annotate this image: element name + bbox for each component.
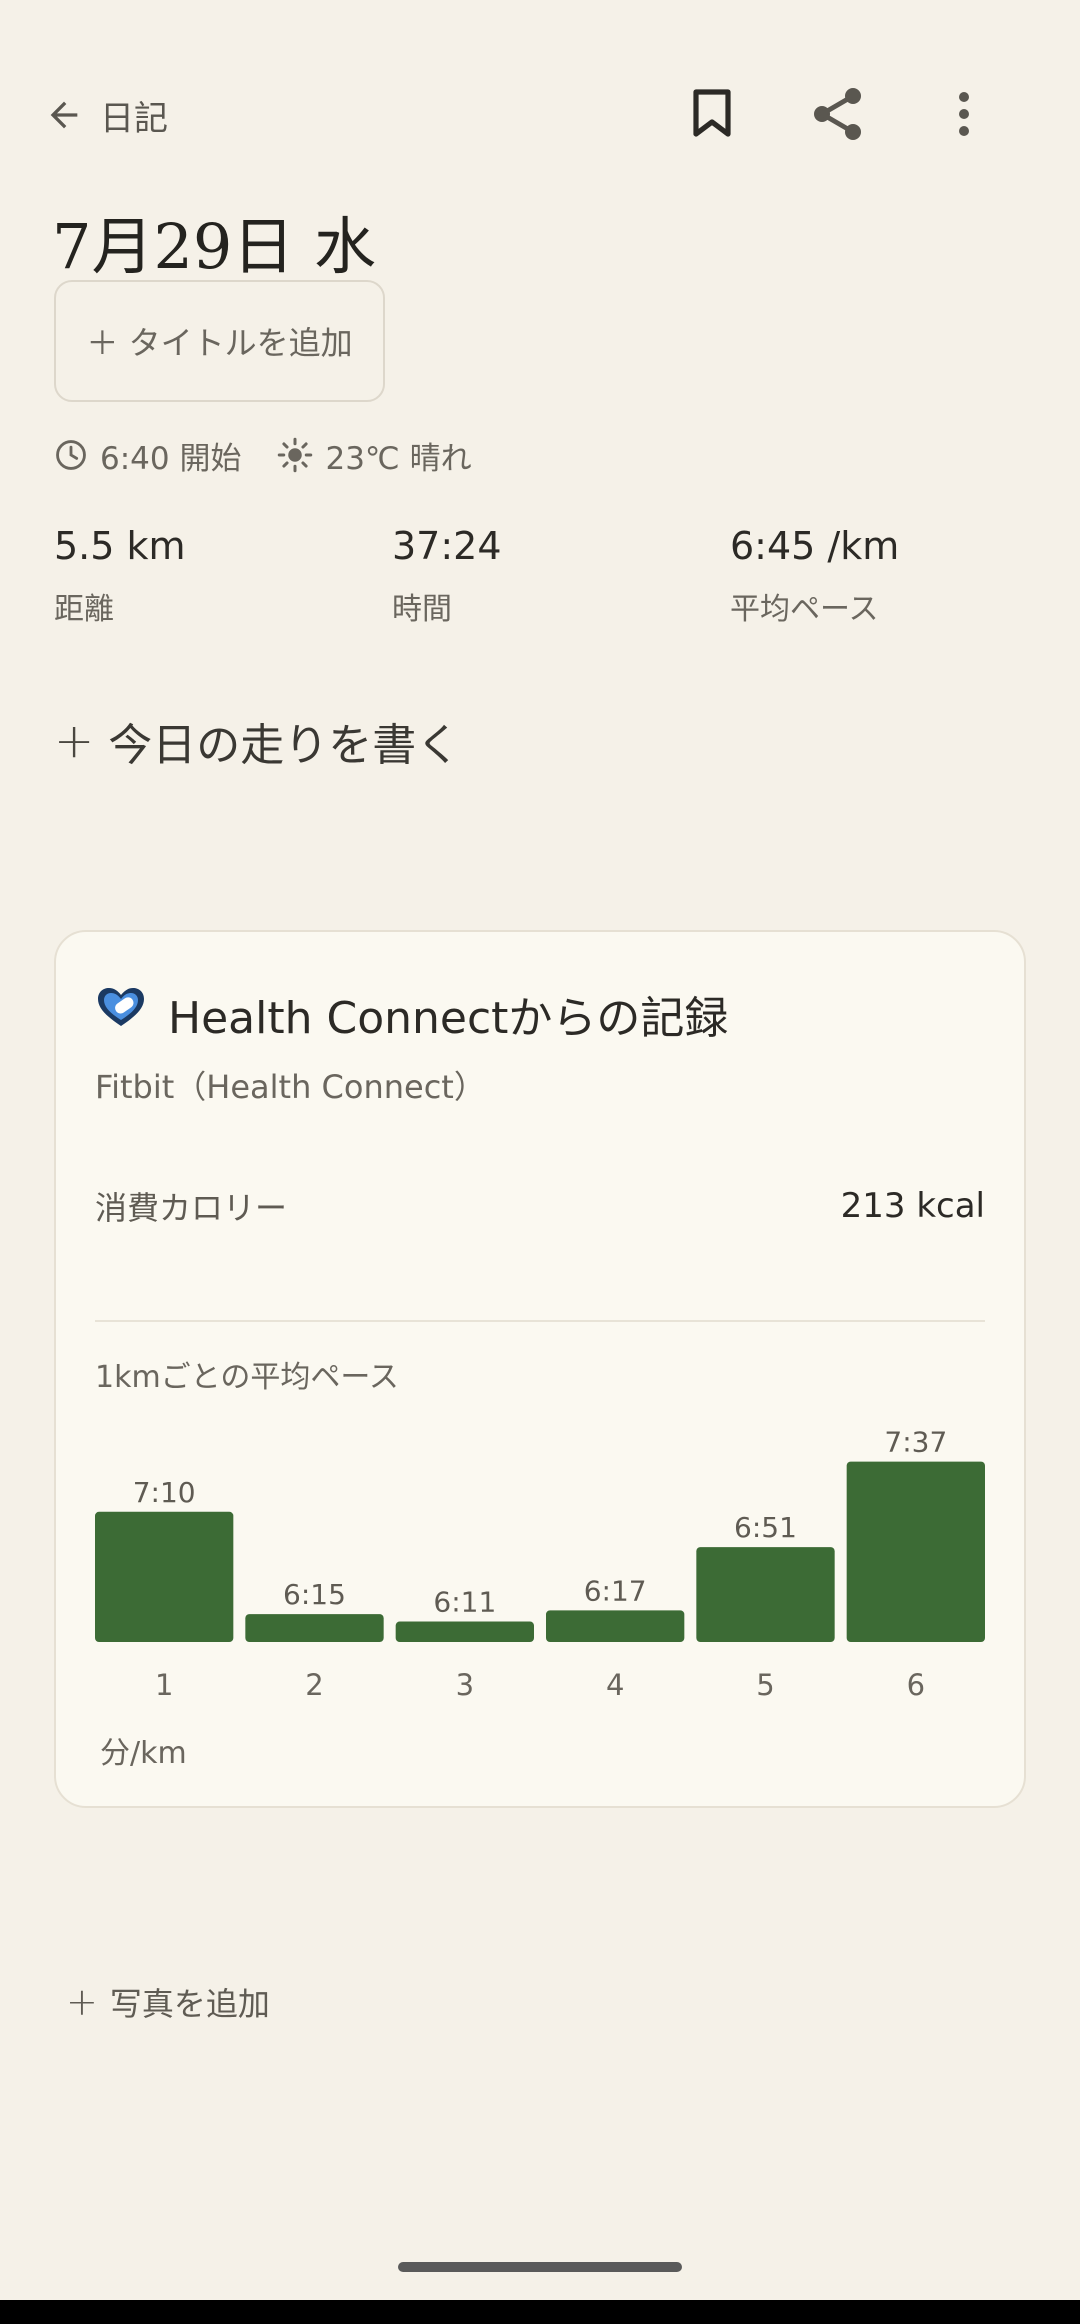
bar-value-label: 6:51: [734, 1511, 797, 1544]
bar: [546, 1610, 685, 1642]
bar-value-label: 6:11: [433, 1586, 496, 1619]
x-tick-label: 6: [907, 1668, 925, 1702]
pace-bar-chart: 7:10 1 6:15 2 6:11 3 6:17 4 6:51 5 7:37 6: [95, 1426, 985, 1702]
calories-label: 消費カロリー: [95, 1189, 288, 1227]
arrow-left-icon: [44, 95, 84, 135]
bar: [846, 1461, 985, 1642]
share-button[interactable]: [802, 78, 874, 150]
write-run-button[interactable]: + 今日の走りを書く: [54, 708, 460, 774]
back-label: 日記: [100, 98, 168, 139]
bar-value-label: 6:15: [283, 1578, 346, 1611]
x-tick-label: 4: [606, 1668, 624, 1702]
stat-label: 時間: [392, 592, 452, 627]
stat-value: 37:24: [392, 524, 502, 568]
stat-value: 5.5 km: [54, 524, 186, 568]
x-tick-label: 1: [155, 1668, 173, 1702]
clock-icon: [54, 438, 88, 472]
calories-value: 213 kcal: [840, 1186, 985, 1226]
stat-label: 平均ペース: [730, 592, 879, 627]
nav-bar: [0, 2300, 1080, 2324]
share-icon: [812, 86, 864, 142]
bar: [696, 1547, 835, 1642]
more-vert-icon: [958, 91, 970, 137]
bar: [95, 1511, 234, 1642]
meta-row: 6:40 開始 23℃ 晴れ: [54, 430, 472, 480]
stat-distance: 5.5 km 距離: [54, 524, 186, 628]
add-photo-label: 写真を追加: [109, 1985, 270, 2023]
bookmark-button[interactable]: [676, 78, 748, 150]
bar-value-label: 7:10: [133, 1476, 196, 1509]
back-button[interactable]: 日記: [44, 86, 254, 144]
bar-value-label: 6:17: [584, 1574, 647, 1607]
stat-label: 距離: [54, 592, 114, 627]
chart-unit-label: 分/km: [100, 1736, 187, 1771]
add-title-button[interactable]: ＋ タイトルを追加: [54, 280, 385, 402]
card-source: Fitbit（Health Connect）: [95, 1068, 486, 1106]
bar: [395, 1621, 534, 1642]
home-indicator[interactable]: [398, 2262, 682, 2272]
x-tick-label: 5: [756, 1668, 774, 1702]
more-options-button[interactable]: [928, 78, 1000, 150]
bookmark-icon: [690, 88, 734, 140]
pace-chart-label: 1kmごとの平均ペース: [95, 1360, 399, 1395]
divider: [95, 1320, 985, 1322]
write-run-label: 今日の走りを書く: [108, 720, 461, 771]
bar-value-label: 7:37: [884, 1426, 947, 1459]
stat-value: 6:45 /km: [730, 524, 900, 568]
bar: [245, 1614, 384, 1642]
weather: 23℃ 晴れ: [325, 440, 472, 477]
sun-icon: [277, 437, 313, 473]
card-title: Health Connectからの記録: [168, 993, 729, 1044]
page-title: 7月29日 水: [52, 210, 377, 283]
start-time: 6:40 開始: [100, 440, 242, 477]
x-tick-label: 2: [305, 1668, 323, 1702]
x-tick-label: 3: [456, 1668, 474, 1702]
add-photo-button[interactable]: + 写真を追加: [66, 1976, 270, 2028]
health-connect-icon: [96, 986, 146, 1030]
plus-icon: +: [54, 713, 95, 769]
plus-icon: +: [66, 1980, 98, 2024]
stat-duration: 37:24 時間: [392, 524, 502, 628]
stat-avg-pace: 6:45 /km 平均ペース: [730, 524, 899, 628]
